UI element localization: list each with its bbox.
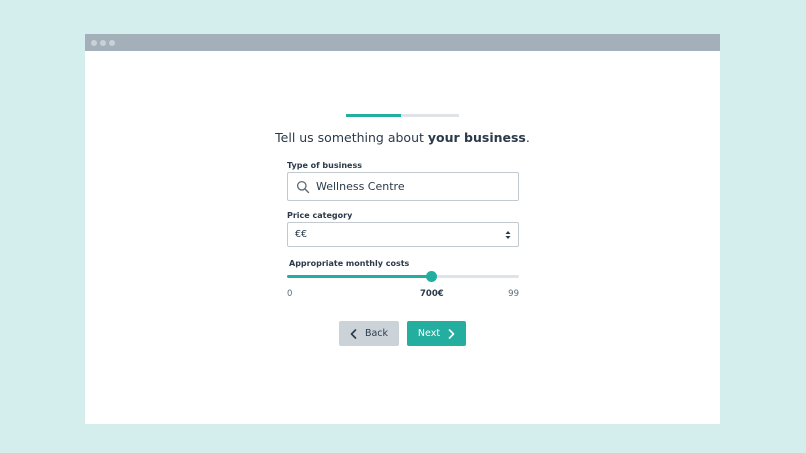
search-icon	[296, 180, 310, 193]
slider-value-labels: 0 700€ 99	[287, 289, 519, 301]
monthly-costs-label: Appropriate monthly costs	[289, 259, 410, 268]
business-type-input[interactable]	[316, 180, 506, 193]
slider-max-label: 99	[508, 289, 519, 299]
page-heading: Tell us something about your business.	[85, 130, 720, 145]
business-type-label: Type of business	[287, 161, 362, 170]
heading-suffix: .	[525, 130, 530, 145]
next-button[interactable]: Next	[407, 321, 466, 346]
monthly-costs-slider[interactable]	[287, 271, 519, 282]
select-arrows-icon	[505, 230, 511, 239]
step-progress-fill	[346, 114, 402, 117]
window-dot-close[interactable]	[91, 39, 97, 46]
next-button-label: Next	[417, 328, 441, 339]
heading-bold: your business	[427, 130, 526, 145]
chevron-right-icon	[448, 328, 455, 339]
slider-track-fill	[287, 275, 431, 278]
price-category-value: €€	[295, 229, 308, 240]
window-titlebar	[85, 34, 720, 51]
price-category-select[interactable]: €€	[287, 222, 519, 247]
browser-window: Tell us something about your business. T…	[85, 34, 720, 424]
slider-thumb[interactable]	[425, 271, 437, 282]
window-dot-maximize[interactable]	[109, 39, 115, 46]
back-button[interactable]: Back	[339, 321, 399, 346]
step-progress-bar	[346, 114, 459, 117]
slider-min-label: 0	[287, 289, 293, 299]
business-type-field[interactable]	[287, 172, 519, 201]
chevron-left-icon	[350, 328, 357, 339]
price-category-label: Price category	[287, 211, 353, 220]
slider-current-value: 700€	[420, 289, 444, 299]
heading-prefix: Tell us something about	[275, 130, 428, 145]
window-dot-minimize[interactable]	[100, 39, 106, 46]
back-button-label: Back	[364, 328, 389, 339]
